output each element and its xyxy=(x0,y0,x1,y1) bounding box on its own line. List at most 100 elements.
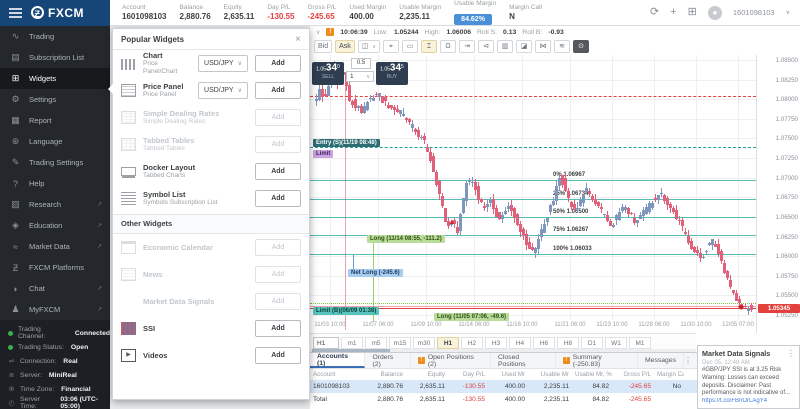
avatar[interactable]: ● xyxy=(707,5,722,20)
timeframe-h3[interactable]: H3 xyxy=(485,337,507,349)
add-ssi-button[interactable]: Add xyxy=(255,320,301,337)
refresh-icon[interactable]: ⟳ xyxy=(650,7,659,18)
amount-dropdown[interactable]: 1 ∨ xyxy=(346,71,374,82)
stat-used-margin: Used Margin 400.00 xyxy=(349,4,386,21)
sidebar-item-trading[interactable]: ∿ Trading xyxy=(0,26,110,47)
account-menu-caret-icon[interactable]: ∨ xyxy=(786,9,790,16)
sidebar-item-chat[interactable]: ◗ Chat ↗ xyxy=(0,278,110,299)
symbol-select-value: USD/JPY xyxy=(204,60,234,67)
add-icon[interactable]: + xyxy=(670,7,676,18)
timeframe-w1[interactable]: W1 xyxy=(605,337,627,349)
stat-usable-margin: Usable Margin 2,235.11 xyxy=(399,4,441,21)
timeframe-m1[interactable]: M1 xyxy=(629,337,651,349)
tab-closed-positions[interactable]: Closed Positions xyxy=(491,353,556,368)
layers-icon[interactable]: ≋ xyxy=(554,40,571,53)
sidebar-item-widgets[interactable]: ⊞ Widgets xyxy=(0,68,110,89)
widget-row-simple-dealing-rates: Simple Dealing Rates Simple Dealing Rates… xyxy=(113,104,309,131)
price-axis-label: 1.06750 xyxy=(775,194,798,202)
add-docker-layout-button[interactable]: Add xyxy=(255,163,301,180)
sidebar-item-settings[interactable]: ⚙ Settings xyxy=(0,89,110,110)
cell: Total xyxy=(313,396,327,403)
ssi-widget-icon xyxy=(121,322,136,335)
alerts-icon[interactable]: ⊲ xyxy=(478,40,495,53)
candlestick-chart[interactable]: 1.05340 SELL 0.5 1 ∨ 1.05345 BUY 11/03 1… xyxy=(310,55,756,333)
layout-icon[interactable]: ⊞ xyxy=(688,7,697,18)
candle-body xyxy=(684,232,687,234)
add-chart-button[interactable]: Add xyxy=(255,55,301,72)
timeframe-d1[interactable]: D1 xyxy=(581,337,603,349)
zoom-select-icon[interactable]: ⌖ xyxy=(383,40,400,53)
sidebar-item-fxcm-platforms[interactable]: Ƶ FXCM Platforms xyxy=(0,257,110,278)
sell-price-sup: 0 xyxy=(337,64,340,70)
candle-body xyxy=(423,135,426,141)
tab-orders-2[interactable]: Orders (2) xyxy=(365,353,411,368)
sidebar-item-label: Trading Settings xyxy=(29,158,84,167)
add-symbol-list-button[interactable]: Add xyxy=(255,190,301,207)
indicators-icon[interactable]: ◪ xyxy=(516,40,533,53)
sidebar-item-report[interactable]: ▦ Report xyxy=(0,110,110,131)
sidebar-item-language[interactable]: ⊛ Language xyxy=(0,131,110,152)
sidebar-item-research[interactable]: ▧ Research ↗ xyxy=(0,194,110,215)
sidebar-item-subscription-list[interactable]: ▤ Subscription List xyxy=(0,47,110,68)
status-value: Real xyxy=(63,357,78,365)
timeframe-h6[interactable]: H6 xyxy=(533,337,555,349)
stat-balance: Balance 2,880.76 xyxy=(180,4,211,21)
sidebar-item-help[interactable]: ? Help xyxy=(0,173,110,194)
settings-icon: ⚙ xyxy=(11,94,20,104)
sidebar-item-trading-settings[interactable]: ✎ Trading Settings xyxy=(0,152,110,173)
pointer-mode-icon[interactable]: ▭ xyxy=(402,40,419,53)
candle-body xyxy=(480,199,483,203)
patterns-icon[interactable]: ⋈ xyxy=(535,40,552,53)
price-axis[interactable]: 1.08500 1.08250 1.08000 1.07750 1.07500 1.072… xyxy=(756,55,800,333)
signals-menu-icon[interactable]: ⋮ xyxy=(787,349,795,358)
sell-button[interactable]: 1.05340 SELL xyxy=(312,62,344,85)
timeframe-h8[interactable]: H8 xyxy=(557,337,579,349)
timeframe-combo[interactable]: H1 xyxy=(313,337,339,349)
table-row[interactable]: Total 2,880.76 2,635.11 -130.55 400.00 2,235.… xyxy=(310,393,697,406)
timeframe-h1[interactable]: H1 xyxy=(437,337,459,349)
timeframe-m1[interactable]: m1 xyxy=(341,337,363,349)
sidebar-item-market-data[interactable]: ≈ Market Data ↗ xyxy=(0,236,110,257)
timeframe-h2[interactable]: H2 xyxy=(461,337,483,349)
long-position-label: Long (11/14 08:55, -111.2) xyxy=(367,235,445,243)
ask-toggle[interactable]: Ask xyxy=(335,40,355,53)
sidebar-item-education[interactable]: ◈ Education ↗ xyxy=(0,215,110,236)
tab-open-positions-2[interactable]: ! Open Positions (2) xyxy=(411,353,491,368)
add-videos-button[interactable]: Add xyxy=(255,347,301,364)
tab-summary-250-83[interactable]: ! Summary (-250.83) xyxy=(556,353,639,368)
candle-body xyxy=(504,211,507,214)
timeframe-m15[interactable]: m15 xyxy=(389,337,411,349)
chart-type-icon[interactable]: ◫ ∨ xyxy=(357,40,381,53)
tab-messages[interactable]: Messages xyxy=(638,353,684,368)
add-price-panel-button[interactable]: Add xyxy=(255,82,301,99)
jump-to-end-icon[interactable]: ⇥ xyxy=(459,40,476,53)
timeframe-m30[interactable]: m30 xyxy=(413,337,435,349)
chart-info-bar: ∨ ! 10:06:39 Low: 1.05244 High: 1.06006 Ro… xyxy=(310,26,800,38)
menu-icon[interactable] xyxy=(9,11,22,14)
widget-text: Simple Dealing Rates Simple Dealing Rates xyxy=(143,109,248,126)
lock-icon[interactable]: Ω xyxy=(440,40,457,53)
tab-accounts-1[interactable]: Accounts (1) xyxy=(310,353,366,368)
symbol-select[interactable]: USD/JPY ∨ xyxy=(198,82,248,99)
table-row[interactable]: 1601098103 2,880.76 2,635.11 -130.55 400.00 2… xyxy=(310,380,697,393)
symbol-alert-icon[interactable]: ! xyxy=(326,28,335,36)
sidebar-item-myfxcm[interactable]: ♟ MyFXCM ↗ xyxy=(0,299,110,320)
snapshot-icon[interactable]: ⊙ xyxy=(573,40,590,53)
account-menu[interactable]: 1601098103 xyxy=(733,8,775,17)
sidebar-item-label: Subscription List xyxy=(29,53,85,62)
stat-value: -245.65 xyxy=(307,12,335,21)
bid-toggle[interactable]: Bid xyxy=(314,40,333,53)
close-icon[interactable]: × xyxy=(295,34,301,45)
timeframe-m5[interactable]: m5 xyxy=(365,337,387,349)
long-position-2-label: Long (11/05 07:06, -49.6) xyxy=(434,313,510,321)
buy-button[interactable]: 1.05345 BUY xyxy=(376,62,408,85)
symbol-dropdown-icon[interactable]: ∨ xyxy=(316,29,320,36)
external-link-icon: ↗ xyxy=(96,307,102,313)
crosshair-mode-icon[interactable]: ⌶ xyxy=(421,40,438,53)
signals-link[interactable]: https://t.co/FBnOrLAgY4 xyxy=(702,398,795,404)
tab-strip-menu-icon[interactable]: ⋮ xyxy=(684,356,697,365)
top-bar: Ƶ FXCM Account 1601098103 Balance 2,880.76 E… xyxy=(0,0,800,26)
symbol-select[interactable]: USD/JPY ∨ xyxy=(198,55,248,72)
timeframe-h4[interactable]: H4 xyxy=(509,337,531,349)
volume-icon[interactable]: ▥ xyxy=(497,40,514,53)
